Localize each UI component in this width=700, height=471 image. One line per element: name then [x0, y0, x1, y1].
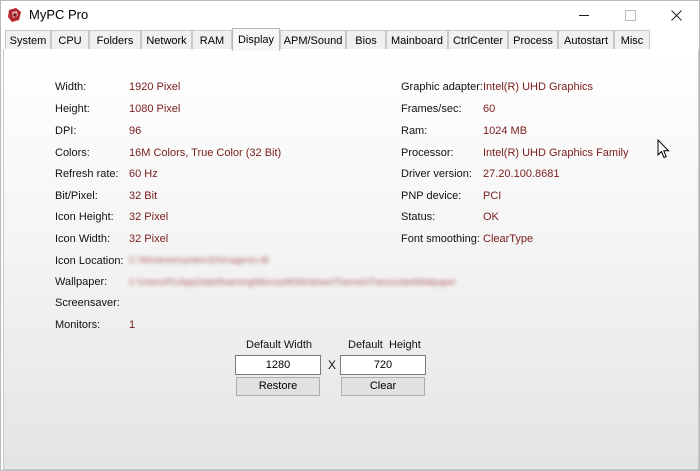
- icon-width-value: 32 Pixel: [129, 233, 169, 245]
- default-height-input[interactable]: 720: [340, 355, 426, 375]
- tab-display[interactable]: Display: [232, 28, 280, 51]
- refresh-rate-value: 60 Hz: [129, 168, 158, 180]
- title-bar[interactable]: MyPC Pro: [1, 1, 699, 29]
- tab-label: Misc: [620, 34, 644, 47]
- tab-label: APM/Sound: [283, 34, 343, 47]
- tab-strip: System CPU Folders Network RAM Display A…: [3, 28, 699, 51]
- clear-button[interactable]: Clear: [341, 377, 425, 396]
- maximize-button[interactable]: [607, 1, 653, 29]
- mouse-pointer-icon: [657, 139, 670, 159]
- tab-bios[interactable]: Bios: [346, 30, 386, 50]
- tab-label: Display: [237, 34, 275, 46]
- app-window: MyPC Pro System CPU Folders Network RAM …: [0, 0, 700, 471]
- dpi-label: DPI:: [55, 125, 77, 137]
- frames-sec-label: Frames/sec:: [401, 103, 462, 115]
- screensaver-label: Screensaver:: [55, 297, 120, 309]
- tab-ram[interactable]: RAM: [192, 30, 232, 50]
- default-height-label: Default Height: [348, 339, 421, 351]
- bit-pixel-value: 32 Bit: [129, 190, 158, 202]
- font-smoothing-value: ClearType: [483, 233, 534, 245]
- icon-height-label: Icon Height:: [55, 211, 114, 223]
- dpi-value: 96: [129, 125, 142, 137]
- tab-label: RAM: [199, 34, 225, 47]
- icon-location-label: Icon Location:: [55, 255, 124, 267]
- ram-value: 1024 MB: [483, 125, 528, 137]
- default-width-input[interactable]: 1280: [235, 355, 321, 375]
- tab-system[interactable]: System: [5, 30, 51, 50]
- colors-value: 16M Colors, True Color (32 Bit): [129, 147, 282, 159]
- monitors-value: 1: [129, 319, 136, 331]
- tab-network[interactable]: Network: [141, 30, 192, 50]
- processor-label: Processor:: [401, 147, 454, 159]
- tab-cpu[interactable]: CPU: [51, 30, 89, 50]
- minimize-button[interactable]: [561, 1, 607, 29]
- wallpaper-label: Wallpaper:: [55, 276, 108, 288]
- status-label: Status:: [401, 211, 436, 223]
- tab-label: Process: [513, 34, 553, 47]
- tab-label: System: [9, 34, 47, 47]
- tab-label: CtrlCenter: [452, 34, 504, 47]
- tab-apm-sound[interactable]: APM/Sound: [280, 30, 346, 50]
- close-button[interactable]: [653, 1, 699, 29]
- tab-label: CPU: [58, 34, 82, 47]
- pnp-device-value: PCI: [483, 190, 502, 202]
- default-width-label: Default Width: [246, 339, 313, 351]
- icon-location-value: C:\Windows\system32\imageres.dll: [129, 255, 270, 265]
- display-panel: Width: 1920 Pixel Height: 1080 Pixel DPI…: [3, 49, 699, 470]
- frames-sec-value: 60: [483, 103, 496, 115]
- width-value: 1920 Pixel: [129, 81, 181, 93]
- pnp-device-label: PNP device:: [401, 190, 462, 202]
- status-value: OK: [483, 211, 499, 223]
- tab-label: Mainboard: [391, 34, 443, 47]
- tab-autostart[interactable]: Autostart: [558, 30, 614, 50]
- ram-label: Ram:: [401, 125, 428, 137]
- tab-label: Autostart: [563, 34, 609, 47]
- icon-height-value: 32 Pixel: [129, 211, 169, 223]
- tab-process[interactable]: Process: [508, 30, 558, 50]
- icon-width-label: Icon Width:: [55, 233, 111, 245]
- resolution-separator: X: [328, 358, 337, 372]
- font-smoothing-label: Font smoothing:: [401, 233, 480, 245]
- colors-label: Colors:: [55, 147, 90, 159]
- refresh-rate-label: Refresh rate:: [55, 168, 119, 180]
- width-label: Width:: [55, 81, 87, 93]
- graphic-adapter-value: Intel(R) UHD Graphics: [483, 81, 594, 93]
- wallpaper-value: C:\Users\Pc\AppData\Roaming\Microsoft\Wi…: [129, 277, 456, 287]
- tab-label: Bios: [355, 34, 377, 47]
- driver-version-value: 27.20.100.8681: [483, 168, 560, 180]
- tab-label: Network: [146, 34, 187, 47]
- tab-label: Folders: [96, 34, 134, 47]
- graphic-adapter-label: Graphic adapter:: [401, 81, 483, 93]
- tab-mainboard[interactable]: Mainboard: [386, 30, 448, 50]
- processor-value: Intel(R) UHD Graphics Family: [483, 147, 629, 159]
- monitors-label: Monitors:: [55, 319, 101, 331]
- height-label: Height:: [55, 103, 90, 115]
- window-title: MyPC Pro: [29, 7, 89, 22]
- tab-ctrlcenter[interactable]: CtrlCenter: [448, 30, 508, 50]
- driver-version-label: Driver version:: [401, 168, 472, 180]
- close-icon: [670, 9, 682, 21]
- height-value: 1080 Pixel: [129, 103, 181, 115]
- bit-pixel-label: Bit/Pixel:: [55, 190, 98, 202]
- tab-folders[interactable]: Folders: [89, 30, 141, 50]
- app-logo-icon: [8, 8, 21, 22]
- restore-button[interactable]: Restore: [236, 377, 320, 396]
- tab-misc[interactable]: Misc: [614, 30, 650, 50]
